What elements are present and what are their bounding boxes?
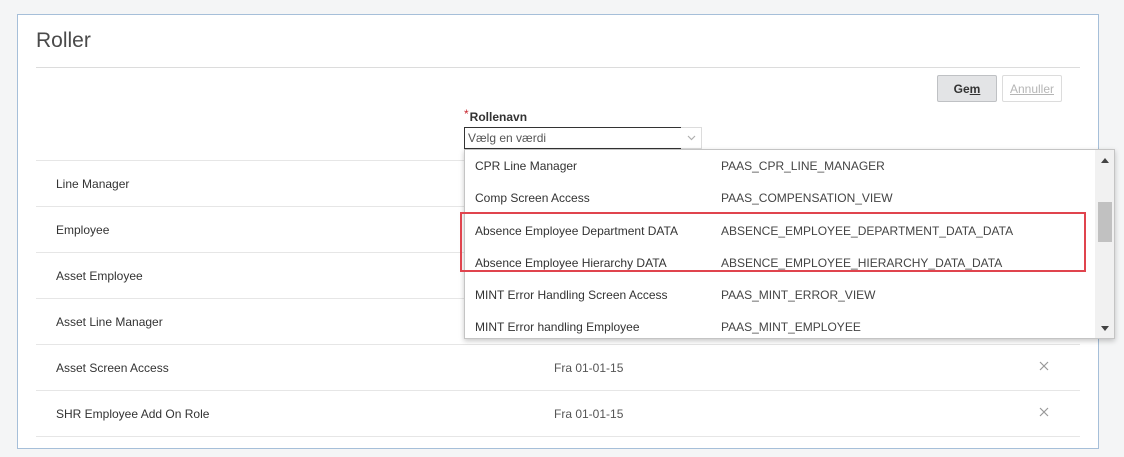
scroll-up-button[interactable] bbox=[1095, 152, 1114, 168]
save-button[interactable]: Ge m bbox=[937, 75, 997, 102]
role-name: Asset Line Manager bbox=[56, 315, 163, 329]
save-label: Ge bbox=[953, 81, 970, 96]
option-code: PAAS_MINT_EMPLOYEE bbox=[721, 320, 861, 334]
dropdown-option[interactable]: MINT Error handling Employee PAAS_MINT_E… bbox=[465, 311, 1095, 338]
arrow-down-icon bbox=[1101, 325, 1109, 331]
required-marker: * bbox=[464, 107, 469, 121]
dropdown-scrollbar[interactable] bbox=[1095, 150, 1114, 338]
scroll-down-button[interactable] bbox=[1095, 320, 1114, 336]
dropdown-option[interactable]: CPR Line Manager PAAS_CPR_LINE_MANAGER bbox=[465, 150, 1095, 183]
option-code: PAAS_COMPENSATION_VIEW bbox=[721, 191, 893, 205]
role-name: SHR Employee Add On Role bbox=[56, 407, 210, 421]
cancel-button[interactable]: Annuller bbox=[1002, 75, 1062, 102]
role-name: Line Manager bbox=[56, 177, 130, 191]
chevron-down-icon bbox=[687, 135, 695, 141]
highlight-annotation bbox=[460, 212, 1086, 272]
table-row: Asset Screen Access Fra 01-01-15 bbox=[36, 344, 1080, 390]
title-divider bbox=[36, 67, 1080, 68]
close-icon[interactable] bbox=[1038, 360, 1050, 372]
option-label: MINT Error Handling Screen Access bbox=[475, 288, 668, 302]
scrollbar-thumb[interactable] bbox=[1098, 202, 1112, 242]
page-title: Roller bbox=[36, 29, 91, 52]
close-icon[interactable] bbox=[1038, 406, 1050, 418]
option-label: CPR Line Manager bbox=[475, 159, 578, 173]
role-name: Asset Employee bbox=[56, 269, 143, 283]
role-name: Employee bbox=[56, 223, 110, 237]
role-name-label-text: Rollenavn bbox=[469, 110, 528, 124]
save-label-accesskey: m bbox=[969, 81, 981, 96]
option-label: Comp Screen Access bbox=[475, 191, 590, 205]
dropdown-option[interactable]: Comp Screen Access PAAS_COMPENSATION_VIE… bbox=[465, 182, 1095, 215]
role-date: Fra 01-01-15 bbox=[554, 361, 624, 375]
option-code: PAAS_MINT_ERROR_VIEW bbox=[721, 288, 876, 302]
option-code: PAAS_CPR_LINE_MANAGER bbox=[721, 159, 885, 173]
option-label: MINT Error handling Employee bbox=[475, 320, 640, 334]
role-name-combobox[interactable] bbox=[464, 127, 682, 149]
dropdown-option[interactable]: MINT Error Handling Screen Access PAAS_M… bbox=[465, 279, 1095, 312]
role-name: Asset Screen Access bbox=[56, 361, 169, 375]
role-date: Fra 01-01-15 bbox=[554, 407, 624, 421]
table-row: SHR Employee Add On Role Fra 01-01-15 bbox=[36, 390, 1080, 436]
combobox-toggle-button[interactable] bbox=[681, 127, 702, 149]
role-name-input[interactable] bbox=[465, 128, 681, 148]
table-divider bbox=[36, 436, 1080, 437]
arrow-up-icon bbox=[1101, 157, 1109, 163]
role-name-label: *Rollenavn bbox=[464, 107, 528, 124]
